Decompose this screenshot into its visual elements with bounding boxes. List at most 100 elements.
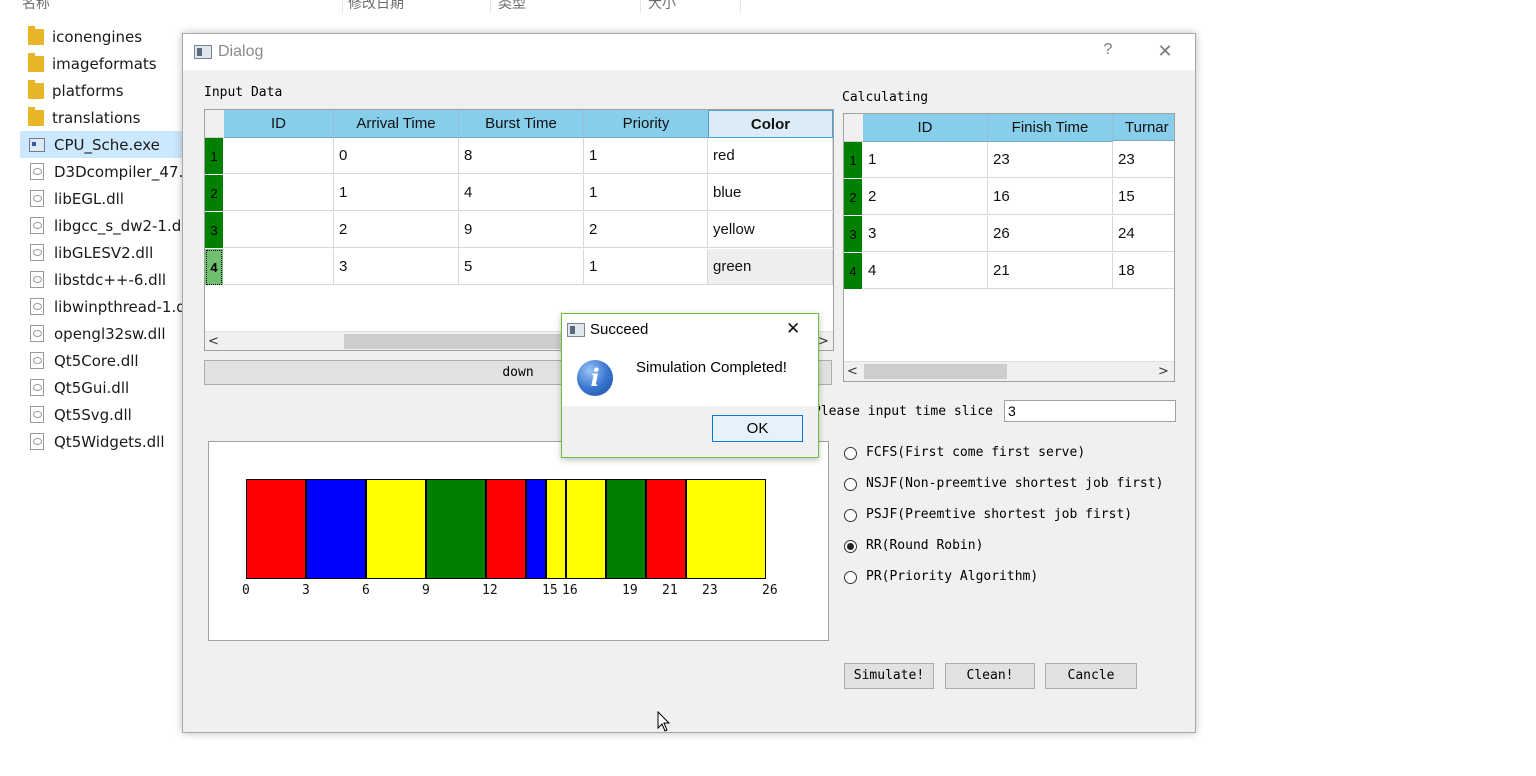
file-name: libwinpthread-1.dll [54, 297, 190, 316]
column-header-finish[interactable]: Finish Time [988, 114, 1113, 142]
gantt-tick-label: 3 [302, 583, 310, 598]
simulate-button[interactable]: Simulate! [844, 663, 934, 689]
table-cell-priority[interactable]: 2 [584, 212, 708, 248]
table-cell-id[interactable] [224, 212, 334, 248]
table-cell-turnaround[interactable]: 24 [1113, 216, 1174, 252]
row-header[interactable]: 2 [844, 179, 862, 216]
file-item[interactable]: libEGL.dll [20, 185, 190, 212]
calculating-table[interactable]: ID Finish Time Turnar 1 1 23 23 2 2 16 15 3 3 26 24… [843, 113, 1175, 382]
message-box-close-button[interactable]: ✕ [786, 319, 800, 339]
row-header[interactable]: 4 [205, 249, 223, 286]
algorithm-radio[interactable] [844, 478, 857, 491]
column-header-arrival[interactable]: Arrival Time [334, 110, 459, 138]
row-header[interactable]: 3 [205, 212, 223, 249]
file-item[interactable]: iconengines [20, 23, 190, 50]
table-cell-burst[interactable]: 5 [459, 249, 584, 285]
table-cell-turnaround[interactable]: 23 [1113, 142, 1174, 178]
algorithm-radio[interactable] [844, 509, 857, 522]
table-cell-id[interactable]: 4 [863, 253, 988, 289]
row-header[interactable]: 2 [205, 175, 223, 212]
clean-button[interactable]: Clean! [945, 663, 1035, 689]
gantt-tick-label: 23 [702, 583, 718, 598]
row-header[interactable]: 4 [844, 253, 862, 290]
file-item[interactable]: Qt5Gui.dll [20, 374, 190, 401]
table-corner[interactable] [844, 114, 864, 142]
table-cell-color[interactable]: blue [708, 175, 833, 211]
table-cell-id[interactable]: 2 [863, 179, 988, 215]
file-name: libGLESV2.dll [54, 243, 154, 262]
help-button[interactable]: ? [1093, 41, 1123, 59]
file-item[interactable]: CPU_Sche.exe [20, 131, 190, 158]
algorithm-label[interactable]: NSJF(Non-preemtive shortest job first) [866, 476, 1163, 491]
table-cell-id[interactable]: 1 [863, 142, 988, 178]
table-cell-color[interactable]: green [708, 249, 833, 285]
table-cell-finish[interactable]: 26 [988, 216, 1113, 252]
table-cell-arrival[interactable]: 1 [334, 175, 459, 211]
scroll-right-icon[interactable]: > [1155, 362, 1172, 381]
table-cell-turnaround[interactable]: 18 [1113, 253, 1174, 289]
algorithm-label[interactable]: RR(Round Robin) [866, 538, 983, 553]
calc-table-scrollbar[interactable]: < > [844, 361, 1174, 381]
cancel-button[interactable]: Cancle [1045, 663, 1137, 689]
table-cell-finish[interactable]: 23 [988, 142, 1113, 178]
scroll-left-icon[interactable]: < [844, 362, 861, 381]
file-item[interactable]: imageformats [20, 50, 190, 77]
table-cell-color[interactable]: red [708, 138, 833, 174]
algorithm-label[interactable]: PR(Priority Algorithm) [866, 569, 1038, 584]
column-header-id[interactable]: ID [863, 114, 988, 142]
table-cell-priority[interactable]: 1 [584, 249, 708, 285]
table-cell-burst[interactable]: 4 [459, 175, 584, 211]
file-item[interactable]: libgcc_s_dw2-1.dll [20, 212, 190, 239]
file-item[interactable]: platforms [20, 77, 190, 104]
file-item[interactable]: libstdc++-6.dll [20, 266, 190, 293]
file-item[interactable]: opengl32sw.dll [20, 320, 190, 347]
row-header[interactable]: 1 [205, 138, 223, 175]
column-header-color[interactable]: Color [708, 110, 833, 138]
algorithm-label[interactable]: FCFS(First come first serve) [866, 445, 1085, 460]
table-cell-burst[interactable]: 8 [459, 138, 584, 174]
algorithm-radio[interactable] [844, 447, 857, 460]
file-item[interactable]: Qt5Svg.dll [20, 401, 190, 428]
scroll-thumb[interactable] [344, 334, 564, 349]
close-button[interactable]: ✕ [1150, 41, 1180, 62]
algorithm-label[interactable]: PSJF(Preemtive shortest job first) [866, 507, 1132, 522]
gantt-chart: 0 3 6 9 12 15 16 19 21 23 26 [208, 441, 829, 641]
table-cell-arrival[interactable]: 2 [334, 212, 459, 248]
table-cell-finish[interactable]: 16 [988, 179, 1113, 215]
algorithm-radio[interactable] [844, 540, 857, 553]
file-item[interactable]: Qt5Widgets.dll [20, 428, 190, 455]
file-item[interactable]: Qt5Core.dll [20, 347, 190, 374]
table-cell-color[interactable]: yellow [708, 212, 833, 248]
column-header-size[interactable]: 大小 [642, 0, 741, 13]
column-header-date[interactable]: 修改日期 [342, 0, 491, 13]
table-cell-burst[interactable]: 9 [459, 212, 584, 248]
timeslice-input[interactable]: 3 [1004, 400, 1176, 422]
table-cell-id[interactable]: 3 [863, 216, 988, 252]
table-cell-priority[interactable]: 1 [584, 175, 708, 211]
table-cell-arrival[interactable]: 3 [334, 249, 459, 285]
table-cell-turnaround[interactable]: 15 [1113, 179, 1174, 215]
column-header-priority[interactable]: Priority [584, 110, 709, 138]
column-header-turnaround[interactable]: Turnar [1113, 114, 1174, 141]
table-cell-id[interactable] [224, 175, 334, 211]
scroll-thumb[interactable] [864, 364, 1007, 379]
table-corner[interactable] [205, 110, 225, 138]
table-cell-priority[interactable]: 1 [584, 138, 708, 174]
file-item[interactable]: libwinpthread-1.dll [20, 293, 190, 320]
row-header[interactable]: 3 [844, 216, 862, 253]
file-item[interactable]: translations [20, 104, 190, 131]
row-header[interactable]: 1 [844, 142, 862, 179]
scroll-left-icon[interactable]: < [205, 332, 222, 350]
column-header-name[interactable]: 名称 [16, 0, 343, 13]
table-cell-arrival[interactable]: 0 [334, 138, 459, 174]
ok-button[interactable]: OK [712, 415, 803, 442]
table-cell-id[interactable] [224, 249, 334, 285]
column-header-type[interactable]: 类型 [492, 0, 641, 13]
file-item[interactable]: D3Dcompiler_47.dll [20, 158, 190, 185]
file-item[interactable]: libGLESV2.dll [20, 239, 190, 266]
table-cell-id[interactable] [224, 138, 334, 174]
column-header-burst[interactable]: Burst Time [459, 110, 584, 138]
column-header-id[interactable]: ID [224, 110, 334, 138]
table-cell-finish[interactable]: 21 [988, 253, 1113, 289]
algorithm-radio[interactable] [844, 571, 857, 584]
